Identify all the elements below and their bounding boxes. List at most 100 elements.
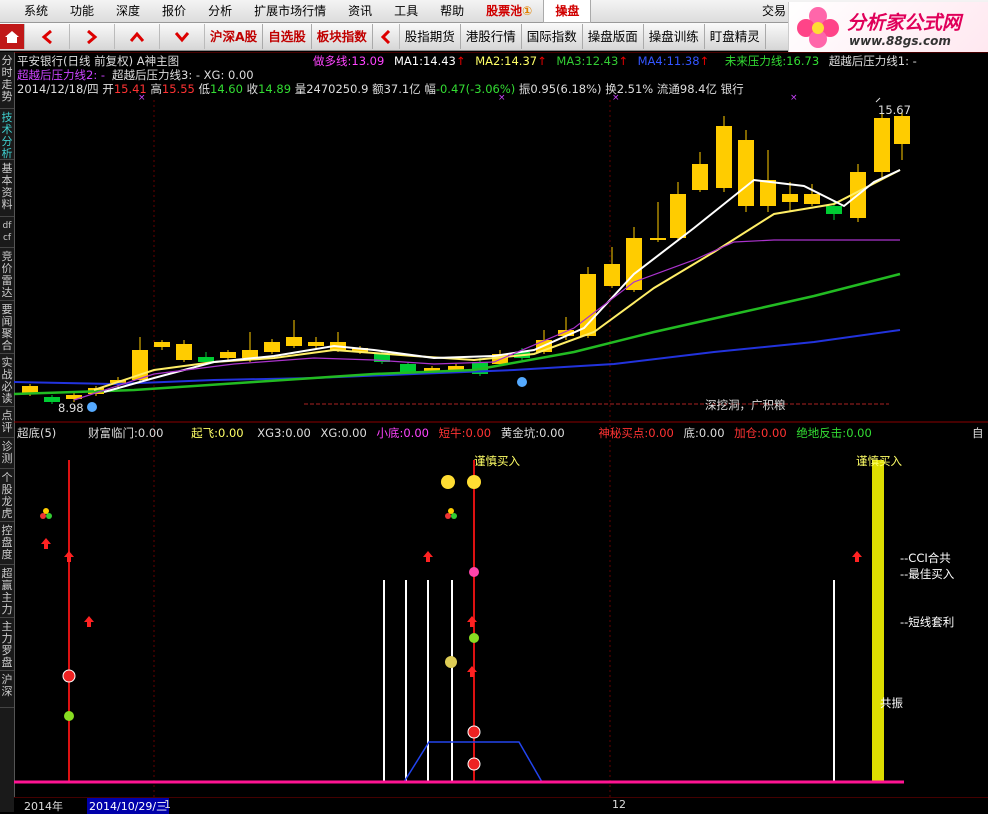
strategy-annotation: 深挖洞，广积粮 xyxy=(705,398,786,412)
sidebar-item-compass[interactable]: 主力罗盘 xyxy=(0,618,14,671)
sidebar-item-hushen[interactable]: 沪深 xyxy=(0,671,14,708)
sidebar-item-review[interactable]: 点评 xyxy=(0,407,14,438)
green-apple-icon xyxy=(64,711,74,721)
red-ball-icon xyxy=(467,757,481,771)
ma2-line xyxy=(93,169,901,391)
note-cci: --CCI合共 xyxy=(900,551,951,565)
candle-body xyxy=(826,206,842,214)
tab-trade-layout[interactable]: 操盘版面 xyxy=(583,24,644,49)
gem-icon xyxy=(469,567,479,577)
site-logo: 分析家公式网 www.88gs.com xyxy=(788,2,988,52)
menu-extended-market[interactable]: 扩展市场行情 xyxy=(243,0,337,22)
red-ball-icon xyxy=(467,725,481,739)
fruit-icon xyxy=(451,513,457,519)
candle-body xyxy=(198,357,214,362)
sidebar-item-intraday[interactable]: 分时走势 xyxy=(0,52,14,109)
tab-watchlist[interactable]: 自选股 xyxy=(263,24,312,49)
candle-body xyxy=(650,238,666,240)
high-price-mark: 15.67 xyxy=(878,103,911,117)
sidebar-item-news[interactable]: 要闻聚合 xyxy=(0,301,14,354)
indicator-values: 财富临门:0.00 起飞:0.00 XG3:0.00 XG:0.00 小底:0.… xyxy=(88,426,872,440)
tab-watch-wizard[interactable]: 盯盘精灵 xyxy=(705,24,766,49)
sidebar-item-dfcf[interactable]: df cf xyxy=(0,217,14,248)
buy-label-1: 谨慎买入 xyxy=(474,454,520,468)
candle-body xyxy=(308,342,324,346)
tab-intl-index[interactable]: 国际指数 xyxy=(522,24,583,49)
menu-system[interactable]: 系统 xyxy=(0,0,59,22)
menu-trade[interactable]: 交易 xyxy=(762,0,786,22)
marker-x: × xyxy=(498,93,506,103)
menu-news[interactable]: 资讯 xyxy=(337,0,383,22)
candle-body xyxy=(738,140,754,206)
logo-url: www.88gs.com xyxy=(849,34,951,48)
fruit-icon xyxy=(445,513,451,519)
marker-x: × xyxy=(612,93,620,103)
sidebar-item-must-read[interactable]: 实战必读 xyxy=(0,354,14,407)
home-icon[interactable] xyxy=(0,24,25,49)
candle-body xyxy=(286,337,302,346)
back-arrow-icon[interactable] xyxy=(25,24,70,49)
menu-stock-pool[interactable]: 股票池① xyxy=(475,0,543,22)
menu-trade-alt[interactable]: 操盘 xyxy=(543,0,592,23)
candle-body xyxy=(716,126,732,188)
candle-body xyxy=(670,194,686,238)
left-sidebar: 分时走势 技术分析 基本资料 df cf 竞价雷达 要闻聚合 实战必读 点评 诊… xyxy=(0,52,15,812)
tab-sector-index[interactable]: 板块指数 xyxy=(312,24,373,49)
menu-analysis[interactable]: 分析 xyxy=(197,0,243,22)
candle-body xyxy=(604,264,620,286)
date-mid: 1 xyxy=(164,798,171,811)
forward-arrow-icon[interactable] xyxy=(70,24,115,49)
candle-body xyxy=(242,350,258,358)
date-axis: 2014年 2014/10/29/三 1 12 xyxy=(14,797,988,814)
money-bag-icon xyxy=(445,656,457,668)
marker-x: × xyxy=(138,93,146,103)
bubble-icon xyxy=(517,377,527,387)
sidebar-item-diagnosis[interactable]: 诊测 xyxy=(0,438,14,469)
candle-body xyxy=(874,118,890,172)
tab-hk-stocks[interactable]: 港股行情 xyxy=(461,24,522,49)
flower-logo-icon xyxy=(797,7,839,48)
indicator-plot xyxy=(40,460,884,783)
toolbar-left-arrow-icon[interactable] xyxy=(373,24,400,49)
buy-label-2: 谨慎买入 xyxy=(856,454,902,468)
price-plot: × × × × xyxy=(14,93,910,412)
sidebar-item-control-degree[interactable]: 控盘度 xyxy=(0,522,14,565)
candle-body xyxy=(176,344,192,360)
smiley-icon xyxy=(467,475,481,489)
up-arrow-icon xyxy=(852,551,862,562)
green-apple-icon xyxy=(469,633,479,643)
candle-body xyxy=(264,342,280,352)
note-resonance: 共振 xyxy=(880,696,903,710)
candle-body xyxy=(760,180,776,206)
do-more-line xyxy=(73,239,900,401)
menu-help[interactable]: 帮助 xyxy=(429,0,475,22)
red-ball-icon xyxy=(62,669,76,683)
candle-body xyxy=(804,194,820,204)
menu-quote[interactable]: 报价 xyxy=(151,0,197,22)
sidebar-item-technical[interactable]: 技术分析 xyxy=(0,109,14,160)
up-arrow-icon xyxy=(41,538,51,549)
up-arrow-icon xyxy=(467,616,477,627)
candle-body xyxy=(580,274,596,336)
tab-trade-training[interactable]: 操盘训练 xyxy=(644,24,705,49)
tab-index-futures[interactable]: 股指期货 xyxy=(400,24,461,49)
sidebar-item-fundamentals[interactable]: 基本资料 xyxy=(0,160,14,217)
sidebar-item-dragon-tiger[interactable]: 个股龙虎 xyxy=(0,469,14,522)
up-arrow-icon[interactable] xyxy=(115,24,160,49)
down-arrow-icon[interactable] xyxy=(160,24,205,49)
indicator-title: 超底(5) xyxy=(17,426,57,440)
bubble-icon xyxy=(87,402,97,412)
tab-shanghai-shenzhen-a[interactable]: 沪深A股 xyxy=(205,24,264,49)
sidebar-item-auction-radar[interactable]: 竞价雷达 xyxy=(0,248,14,301)
menu-function[interactable]: 功能 xyxy=(59,0,105,22)
date-month: 12 xyxy=(612,798,626,811)
low-price-mark: 8.98 xyxy=(58,401,84,415)
resonance-bar xyxy=(872,460,884,782)
note-best-buy: --最佳买入 xyxy=(900,567,955,581)
marker-x: × xyxy=(790,93,798,103)
menu-depth[interactable]: 深度 xyxy=(105,0,151,22)
sidebar-item-main-force[interactable]: 超赢主力 xyxy=(0,565,14,618)
menu-tools[interactable]: 工具 xyxy=(383,0,429,22)
up-arrow-icon xyxy=(467,666,477,677)
candle-body xyxy=(692,164,708,190)
